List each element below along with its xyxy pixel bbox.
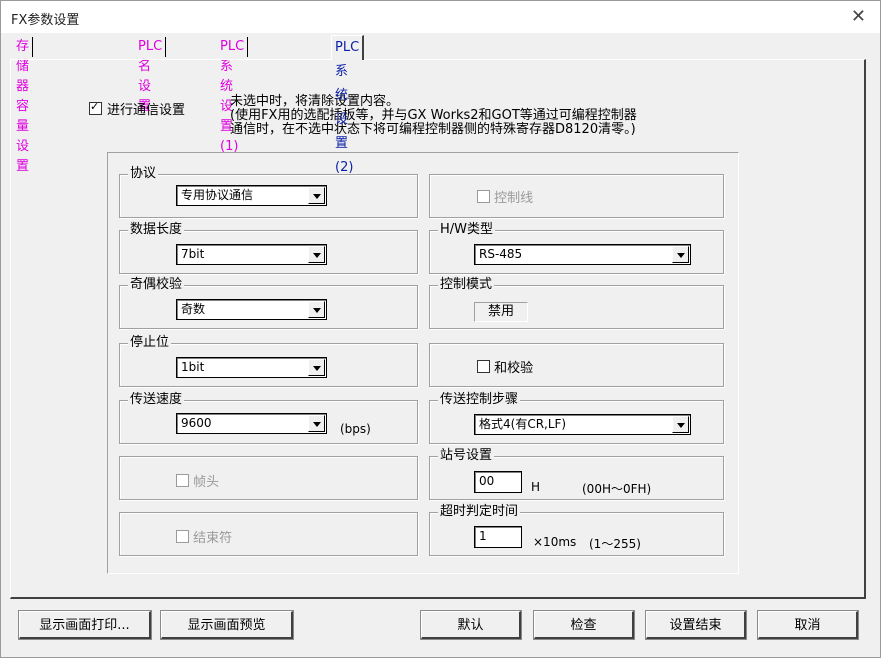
- timeout-value: 1: [479, 529, 487, 543]
- protocol-select[interactable]: 专用协议通信: [176, 185, 327, 206]
- note-line: (使用FX用的选配插板等，并与GX Works2和GOT等通过可编程控制器: [230, 108, 637, 123]
- hw-type-group: H/W类型 RS-485: [429, 222, 724, 274]
- finish-setting-button[interactable]: 设置结束: [645, 610, 747, 640]
- chevron-down-icon[interactable]: [308, 246, 325, 263]
- cancel-button[interactable]: 取消: [757, 610, 859, 640]
- control-mode-label: 控制模式: [438, 277, 495, 293]
- timeout-group: 超时判定时间 1 ×10ms (1～255): [429, 504, 724, 556]
- control-line-checkbox: 控制线: [477, 187, 533, 206]
- check-button[interactable]: 检查: [533, 610, 635, 640]
- stop-bit-value: 1bit: [181, 360, 205, 374]
- baud-rate-group: 传送速度 9600 (bps): [119, 392, 418, 444]
- timeout-unit: ×10ms: [533, 535, 577, 549]
- comm-settings-frame: 协议 专用协议通信 数据长度 7bit 奇偶校验 奇数 停止位 1bit 传送速…: [107, 152, 739, 574]
- comm-setting-note: 未选中时，将清除设置内容。 (使用FX用的选配插板等，并与GX Works2和G…: [230, 95, 637, 137]
- hw-type-select[interactable]: RS-485: [474, 244, 691, 265]
- control-mode-value: 禁用: [474, 302, 528, 322]
- baud-rate-value: 9600: [181, 416, 212, 430]
- stop-bit-label: 停止位: [128, 335, 172, 351]
- transmission-control-label: 传送控制步骤: [438, 392, 521, 408]
- control-line-label: 控制线: [494, 191, 534, 206]
- chevron-down-icon[interactable]: [672, 416, 689, 433]
- checkbox-icon[interactable]: [477, 360, 490, 373]
- close-icon[interactable]: ✕: [851, 6, 866, 27]
- data-length-value: 7bit: [181, 247, 205, 261]
- checksum-checkbox[interactable]: 和校验: [477, 357, 533, 376]
- checksum-label: 和校验: [494, 361, 534, 376]
- station-number-value: 00: [479, 474, 495, 488]
- terminator-label: 结束符: [193, 531, 233, 546]
- timeout-input[interactable]: 1: [474, 526, 522, 548]
- baud-rate-label: 传送速度: [128, 392, 185, 408]
- parity-label: 奇偶校验: [128, 277, 185, 293]
- tab-plc-name[interactable]: PLC名设置: [135, 37, 167, 114]
- transmission-control-select[interactable]: 格式4(有CR,LF): [474, 414, 691, 435]
- title-bar: FX参数设置 ✕: [1, 1, 880, 33]
- transmission-control-group: 传送控制步骤 格式4(有CR,LF): [429, 392, 724, 444]
- tab-plc-system-2[interactable]: PLC系统设置(2): [331, 35, 365, 175]
- checkbox-icon[interactable]: [89, 100, 102, 115]
- data-length-select[interactable]: 7bit: [176, 244, 327, 265]
- parity-group: 奇偶校验 奇数: [119, 277, 418, 329]
- default-button[interactable]: 默认: [420, 610, 522, 640]
- hw-type-label: H/W类型: [438, 222, 496, 238]
- control-mode-group: 控制模式 禁用: [429, 277, 724, 329]
- protocol-value: 专用协议通信: [181, 188, 254, 202]
- station-number-unit: H: [531, 480, 541, 494]
- window-title: FX参数设置: [11, 13, 80, 28]
- terminator-checkbox: 结束符: [176, 527, 232, 546]
- header-label: 帧头: [193, 475, 220, 490]
- parity-value: 奇数: [181, 302, 206, 316]
- dialog-window: FX参数设置 ✕ 存储器容量设置 PLC名设置 PLC系统设置(1) PLC系统…: [0, 0, 881, 658]
- parity-select[interactable]: 奇数: [176, 299, 327, 320]
- tab-memory-capacity[interactable]: 存储器容量设置: [13, 37, 34, 174]
- transmission-control-value: 格式4(有CR,LF): [479, 417, 567, 431]
- baud-rate-select[interactable]: 9600: [176, 413, 327, 434]
- checkbox-icon: [176, 530, 189, 543]
- station-number-input[interactable]: 00: [474, 471, 522, 493]
- chevron-down-icon[interactable]: [308, 187, 325, 204]
- terminator-group: 结束符: [119, 512, 418, 556]
- tab-plc-system-1[interactable]: PLC系统设置(1): [217, 37, 249, 154]
- checksum-group: 和校验: [429, 343, 724, 387]
- chevron-down-icon[interactable]: [308, 359, 325, 376]
- station-number-range: (00H～0FH): [582, 482, 652, 496]
- chevron-down-icon[interactable]: [672, 246, 689, 263]
- timeout-range: (1～255): [589, 537, 641, 551]
- checkbox-icon: [176, 474, 189, 487]
- data-length-group: 数据长度 7bit: [119, 222, 418, 274]
- note-line: 未选中时，将清除设置内容。: [230, 94, 400, 109]
- print-screen-button[interactable]: 显示画面打印...: [18, 610, 152, 640]
- hw-type-value: RS-485: [479, 247, 523, 261]
- checkbox-icon: [477, 190, 490, 203]
- baud-rate-unit: (bps): [340, 422, 371, 436]
- header-group: 帧头: [119, 456, 418, 500]
- preview-screen-button[interactable]: 显示画面预览: [160, 610, 294, 640]
- protocol-label: 协议: [128, 166, 159, 182]
- control-line-group: 控制线: [429, 174, 724, 218]
- header-checkbox: 帧头: [176, 471, 219, 490]
- station-number-label: 站号设置: [438, 448, 495, 464]
- comm-setting-label: 进行通信设置: [107, 103, 186, 118]
- chevron-down-icon[interactable]: [308, 301, 325, 318]
- stop-bit-group: 停止位 1bit: [119, 335, 418, 387]
- chevron-down-icon[interactable]: [308, 415, 325, 432]
- data-length-label: 数据长度: [128, 222, 185, 238]
- protocol-group: 协议 专用协议通信: [119, 166, 418, 218]
- note-line: 通信时，在不选中状态下将可编程控制器侧的特殊寄存器D8120清零。): [230, 122, 636, 137]
- timeout-label: 超时判定时间: [438, 504, 521, 520]
- stop-bit-select[interactable]: 1bit: [176, 357, 327, 378]
- comm-setting-checkbox[interactable]: 进行通信设置: [89, 99, 185, 118]
- station-number-group: 站号设置 00 H (00H～0FH): [429, 448, 724, 500]
